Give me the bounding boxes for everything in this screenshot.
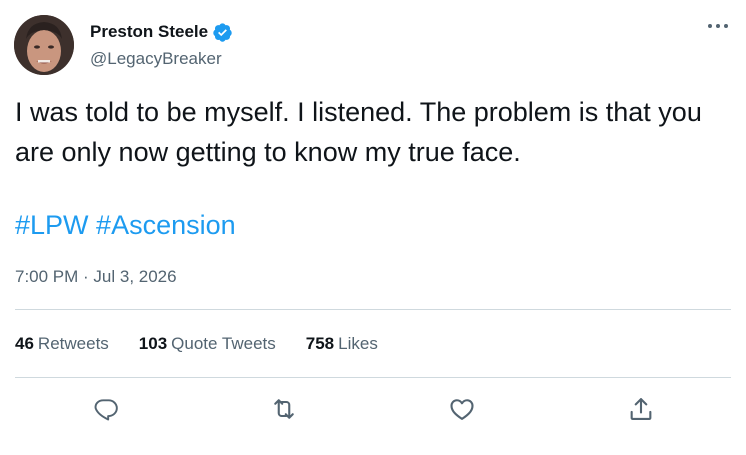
tweet-timestamp[interactable]: 7:00 PM · Jul 3, 2026 [15,265,177,289]
retweets-label: Retweets [37,334,109,353]
like-icon [450,399,474,420]
quote-tweets-count: 103 [138,334,168,353]
like-button[interactable] [447,394,477,424]
retweet-button[interactable] [269,394,299,424]
divider [15,377,731,378]
avatar[interactable] [14,15,74,75]
user-handle[interactable]: @LegacyBreaker [90,49,222,69]
verified-badge-icon [212,22,233,43]
avatar-image [14,15,74,75]
retweets-stat[interactable]: 46 Retweets [15,332,109,356]
more-options-icon[interactable] [704,18,732,34]
hashtag-ascension[interactable]: #Ascension [96,210,236,240]
likes-count: 758 [305,334,335,353]
retweet-icon [274,399,294,419]
likes-stat[interactable]: 758 Likes [306,332,378,356]
hashtags: #LPW #Ascension [15,205,236,245]
likes-label: Likes [338,334,378,353]
divider [15,309,731,310]
quote-tweets-label: Quote Tweets [171,334,276,353]
tweet-text: I was told to be myself. I listened. The… [15,97,702,167]
tweet-stats: 46 Retweets 103 Quote Tweets 758 Likes [15,332,408,356]
author-name-row[interactable]: Preston Steele [90,20,233,44]
quote-tweets-stat[interactable]: 103 Quote Tweets [139,332,276,356]
retweets-count: 46 [15,334,34,353]
tweet-card: Preston Steele @LegacyBreaker I was told… [0,0,746,455]
share-button[interactable] [626,394,656,424]
reply-button[interactable] [91,394,121,424]
reply-icon [94,399,118,421]
share-icon [630,398,652,420]
display-name[interactable]: Preston Steele [90,22,208,42]
hashtag-lpw[interactable]: #LPW [15,210,89,240]
